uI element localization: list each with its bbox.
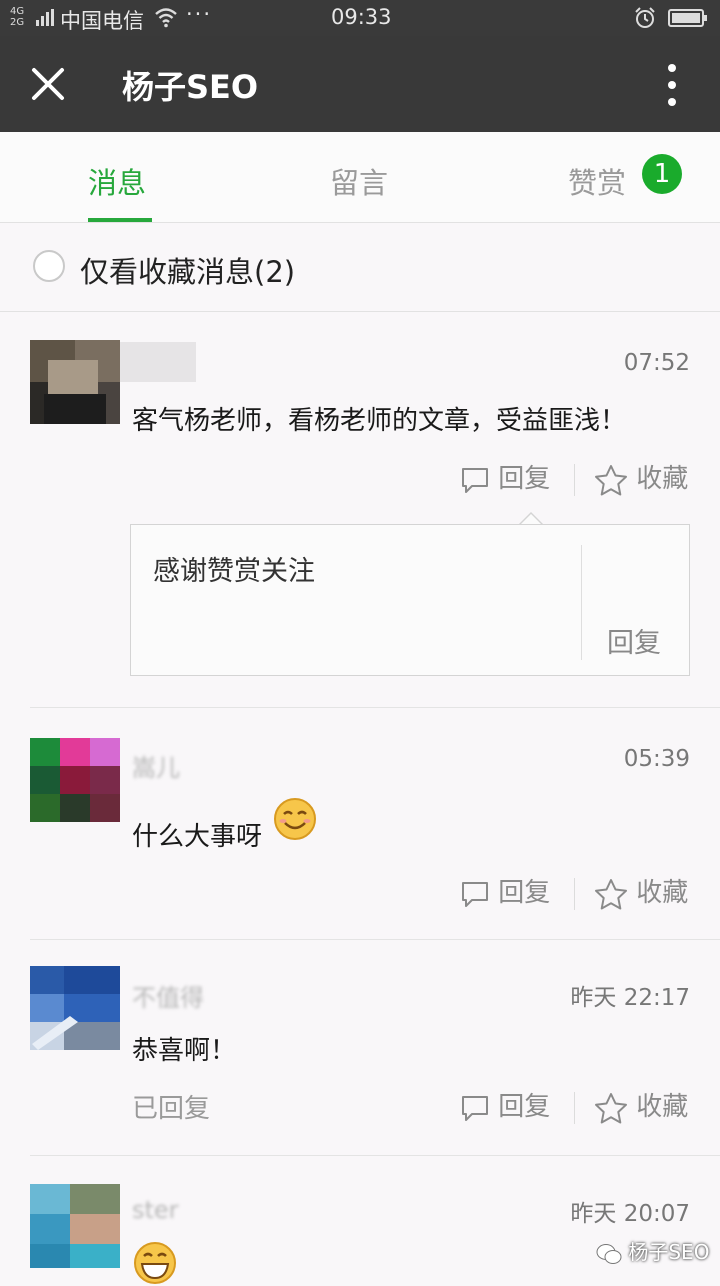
favorite-label: 收藏 [636, 464, 689, 494]
tab-rewards[interactable]: 赞赏 [568, 160, 626, 202]
reply-button[interactable]: 回复 [460, 1086, 550, 1123]
sender-name: 不值得 [132, 984, 204, 1012]
favorites-filter-label: 仅看收藏消息(2) [80, 255, 296, 289]
app-header: 杨子SEO [0, 36, 720, 132]
action-divider [574, 1092, 575, 1124]
favorite-label: 收藏 [636, 1092, 689, 1122]
reply-label: 回复 [498, 878, 551, 908]
more-status-icon: ··· [186, 2, 213, 26]
close-icon[interactable] [26, 62, 70, 106]
reply-box-divider [581, 545, 582, 660]
author-reply-box: 感谢赞赏关注 回复 [130, 524, 690, 676]
message-content: 客气杨老师，看杨老师的文章，受益匪浅！ [132, 406, 627, 436]
battery-icon [668, 9, 707, 27]
signal-icon [36, 9, 54, 26]
wifi-icon [155, 8, 177, 28]
clock: 09:33 [331, 5, 392, 29]
watermark-text: 杨子SEO [628, 1240, 710, 1264]
message-divider [30, 1155, 720, 1156]
rewards-count-badge: 1 [642, 154, 682, 194]
active-tab-indicator [88, 218, 152, 222]
comment-icon [462, 881, 488, 907]
avatar[interactable] [30, 738, 120, 822]
reply-label: 回复 [498, 1092, 551, 1122]
wechat-icon [596, 1243, 622, 1264]
avatar[interactable] [30, 966, 120, 1050]
sender-name: 嵩儿 [132, 754, 180, 782]
message-divider [30, 707, 720, 708]
message-content: 什么大事呀 [132, 822, 263, 852]
action-divider [574, 878, 575, 910]
message-time: 昨天 22:17 [570, 985, 690, 1011]
reply-button[interactable]: 回复 [460, 458, 550, 495]
reply-button[interactable]: 回复 [460, 872, 550, 909]
favorite-button[interactable]: 收藏 [594, 1086, 688, 1124]
message-time: 05:39 [623, 746, 690, 772]
author-reply-text: 感谢赞赏关注 [153, 556, 315, 587]
star-icon [595, 878, 627, 909]
comment-icon [462, 1095, 488, 1121]
star-icon [595, 1092, 627, 1123]
message-divider [30, 939, 720, 940]
network-type: 4G 2G [10, 6, 25, 28]
reply-label: 回复 [498, 464, 551, 494]
tab-messages[interactable]: 消息 [88, 160, 146, 202]
smile-emoji-icon [274, 798, 316, 840]
favorites-filter[interactable]: 仅看收藏消息(2) [0, 223, 720, 312]
carrier-name: 中国电信 [60, 9, 144, 33]
message-time: 昨天 20:07 [570, 1201, 690, 1227]
edit-reply-button[interactable]: 回复 [607, 621, 661, 660]
tab-bar: 消息 留言 赞赏 1 [0, 132, 720, 223]
favorites-only-radio[interactable] [33, 250, 65, 282]
favorite-button[interactable]: 收藏 [594, 872, 688, 910]
grin-emoji-icon [134, 1242, 176, 1284]
status-bar: 4G 2G 中国电信 ··· 09:33 [0, 0, 720, 36]
avatar[interactable] [30, 340, 120, 424]
replied-status: 已回复 [132, 1094, 211, 1124]
favorite-label: 收藏 [636, 878, 689, 908]
watermark: 杨子SEO [596, 1236, 709, 1265]
action-divider [574, 464, 575, 496]
comment-icon [462, 467, 488, 493]
more-menu-icon[interactable] [660, 62, 684, 108]
message-content: 恭喜啊！ [132, 1036, 237, 1066]
page-title: 杨子SEO [122, 68, 259, 106]
alarm-icon [635, 7, 655, 28]
avatar[interactable] [30, 1184, 120, 1268]
star-icon [595, 464, 627, 495]
message-time: 07:52 [623, 350, 690, 376]
favorite-button[interactable]: 收藏 [594, 458, 688, 496]
sender-name: ster [132, 1196, 179, 1224]
tab-comments[interactable]: 留言 [330, 160, 388, 202]
blurred-name [120, 342, 196, 382]
